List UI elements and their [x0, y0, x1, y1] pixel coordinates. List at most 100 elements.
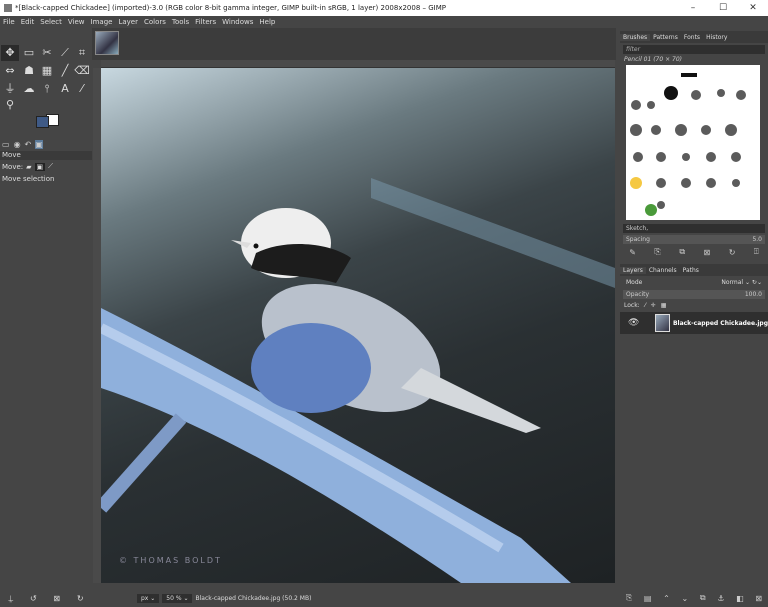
menu-colors[interactable]: Colors [144, 18, 166, 26]
tab-channels[interactable]: Channels [646, 267, 680, 274]
close-button[interactable]: ✕ [738, 0, 768, 16]
minimize-button[interactable]: – [678, 0, 708, 16]
horizontal-ruler[interactable] [101, 60, 615, 68]
tab-paths[interactable]: Paths [680, 267, 702, 274]
paintbrush-tool-icon[interactable]: ╱ [56, 63, 74, 79]
brush-name: Pencil 01 (70 × 70) [624, 56, 682, 63]
align-tool-icon[interactable]: ⇔ [1, 63, 19, 79]
restore-options-icon[interactable]: ↺ [30, 594, 37, 604]
title-bar: *[Black-capped Chickadee] (imported)-3.0… [0, 0, 768, 16]
opacity-label: Opacity [626, 291, 650, 298]
right-dock: Brushes Patterns Fonts History filter Pe… [620, 28, 768, 607]
clone-tool-icon[interactable]: ⏚ [1, 81, 19, 97]
new-group-icon[interactable]: ▤ [644, 594, 652, 603]
move-tool-icon[interactable]: ✥ [1, 45, 19, 61]
layer-thumbnail [654, 314, 670, 332]
opacity-value: 100.0 [744, 291, 762, 298]
tool-options-tab-icon[interactable]: ▭ [2, 140, 10, 149]
text-tool-icon[interactable]: A [56, 81, 74, 97]
image-tabs [92, 28, 616, 60]
tab-fonts[interactable]: Fonts [681, 34, 703, 41]
move-label: Move: [2, 162, 24, 171]
menu-edit[interactable]: Edit [21, 18, 35, 26]
menu-image[interactable]: Image [91, 18, 113, 26]
spacing-slider[interactable]: Spacing 5.0 [623, 235, 765, 244]
visibility-eye-icon[interactable]: 👁 [620, 318, 655, 328]
status-bar: px ⌄ 50 % ⌄ Black-capped Chickadee.jpg (… [92, 590, 620, 607]
zoom-tool-icon[interactable]: ⚲ [1, 97, 19, 113]
anchor-layer-icon[interactable]: ⚓ [717, 594, 724, 603]
crop-tool-icon[interactable]: ⌗ [73, 45, 91, 61]
menu-file[interactable]: File [3, 18, 15, 26]
move-layer-icon[interactable]: ▰ [26, 163, 31, 171]
image-canvas[interactable]: © THOMAS BOLDT [101, 68, 615, 583]
edit-brush-icon[interactable]: ✎ [629, 248, 636, 257]
mask-layer-icon[interactable]: ◧ [736, 594, 744, 603]
chickadee-photo [101, 178, 615, 583]
open-brush-icon[interactable]: ⍐ [754, 247, 759, 257]
menu-tools[interactable]: Tools [172, 18, 189, 26]
brush-tag-input[interactable]: Sketch, [623, 224, 765, 233]
menu-select[interactable]: Select [40, 18, 62, 26]
mode-select[interactable]: Normal ⌄ ↻⌄ [721, 279, 762, 286]
brush-previews [630, 73, 746, 216]
menu-windows[interactable]: Windows [222, 18, 253, 26]
new-layer-icon[interactable]: ⎘ [626, 593, 632, 603]
lock-label: Lock: [624, 302, 640, 309]
raise-layer-icon[interactable]: ⌃ [663, 594, 670, 603]
duplicate-layer-icon[interactable]: ⧉ [700, 593, 706, 603]
tab-brushes[interactable]: Brushes [620, 33, 651, 41]
device-status-tab-icon[interactable]: ◉ [14, 140, 21, 149]
lock-alpha-icon[interactable]: ▦ [661, 302, 667, 309]
new-brush-icon[interactable]: ⎘ [654, 247, 660, 257]
spacing-value: 5.0 [752, 236, 762, 243]
move-selection-icon[interactable]: ▣ [34, 162, 46, 171]
lower-layer-icon[interactable]: ⌄ [682, 594, 689, 603]
scissors-tool-icon[interactable]: ✂ [38, 45, 56, 61]
tab-layers[interactable]: Layers [620, 266, 646, 274]
reset-options-icon[interactable]: ↻ [77, 594, 84, 604]
menu-layer[interactable]: Layer [118, 18, 138, 26]
gradient-tool-icon[interactable]: ▦ [38, 63, 56, 79]
images-tab-icon[interactable]: ▣ [35, 139, 43, 149]
menu-filters[interactable]: Filters [195, 18, 216, 26]
lock-position-icon[interactable]: ✛ [651, 302, 656, 309]
vertical-ruler[interactable] [93, 68, 101, 583]
brush-filter-input[interactable]: filter [623, 45, 765, 54]
save-options-icon[interactable]: ⍊ [8, 594, 13, 604]
tool-options-title: Move [0, 151, 92, 160]
move-path-icon[interactable]: ⟋ [48, 162, 53, 171]
opacity-slider[interactable]: Opacity 100.0 [623, 290, 765, 299]
warp-tool-icon[interactable]: ☗ [20, 63, 38, 79]
mode-label: Mode [626, 279, 643, 286]
foreground-color-swatch[interactable] [36, 116, 49, 128]
zoom-select[interactable]: 50 % ⌄ [162, 594, 193, 603]
delete-brush-icon[interactable]: ⊠ [704, 248, 711, 257]
color-picker-tool-icon[interactable]: ⁄ [73, 81, 91, 97]
dock-tabs: ▭ ◉ ↶ ▣ [0, 138, 92, 150]
tab-patterns[interactable]: Patterns [650, 34, 681, 41]
undo-tab-icon[interactable]: ↶ [25, 140, 32, 149]
lock-pixels-icon[interactable]: ⁄ [645, 302, 646, 309]
rect-select-tool-icon[interactable]: ▭ [20, 45, 38, 61]
fuzzy-select-tool-icon[interactable]: ⟋ [56, 45, 74, 61]
file-info: Black-capped Chickadee.jpg (50.2 MB) [195, 595, 312, 602]
paths-tool-icon[interactable]: ⫯ [38, 81, 56, 97]
delete-layer-icon[interactable]: ⊠ [755, 594, 762, 603]
layer-name: Black-capped Chickadee.jpg [672, 319, 768, 327]
duplicate-brush-icon[interactable]: ⧉ [679, 247, 685, 257]
refresh-brushes-icon[interactable]: ↻ [729, 248, 736, 257]
brush-grid[interactable] [626, 65, 760, 220]
menu-view[interactable]: View [68, 18, 85, 26]
eraser-tool-icon[interactable]: ⌫ [73, 63, 91, 79]
delete-options-icon[interactable]: ⊠ [53, 594, 60, 604]
image-tab-thumbnail[interactable] [95, 31, 119, 55]
maximize-button[interactable]: ☐ [708, 0, 738, 16]
layer-row[interactable]: 👁 Black-capped Chickadee.jpg [620, 312, 768, 334]
unit-select[interactable]: px ⌄ [137, 594, 160, 603]
tab-history[interactable]: History [703, 34, 730, 41]
smudge-tool-icon[interactable]: ☁ [20, 81, 38, 97]
menu-help[interactable]: Help [259, 18, 275, 26]
unit-value: px [141, 595, 149, 602]
gimp-icon [4, 4, 12, 12]
